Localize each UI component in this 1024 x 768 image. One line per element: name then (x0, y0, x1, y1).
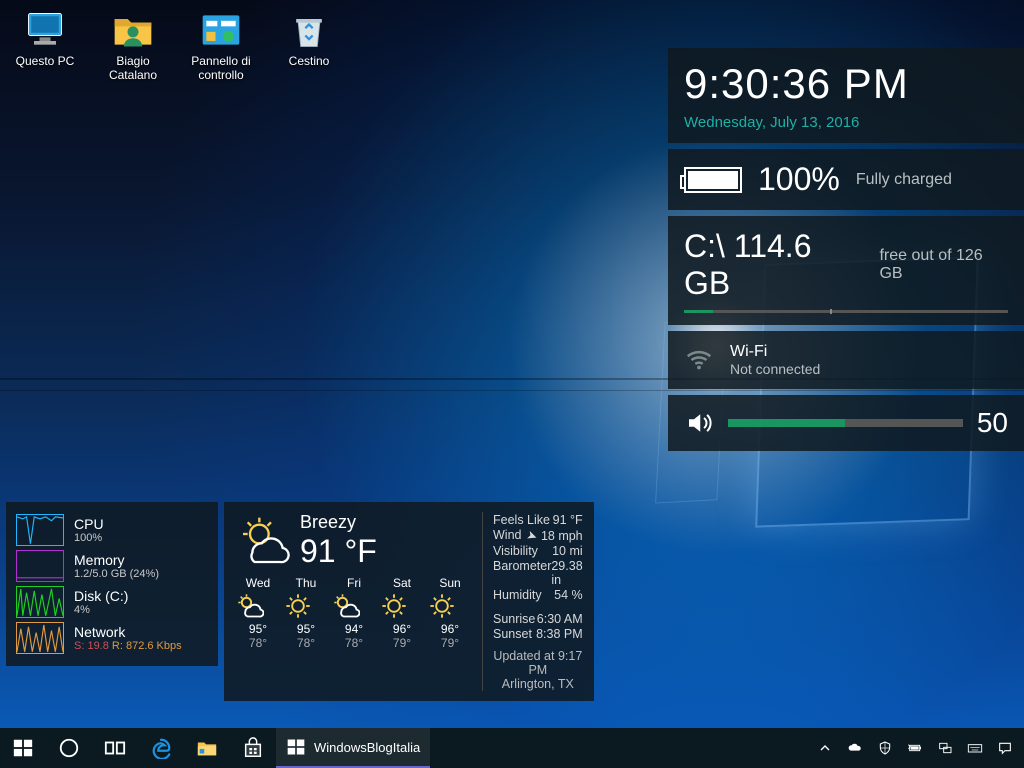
tray-chevron-up-icon[interactable] (810, 740, 840, 756)
disk-label: Disk (C:) (74, 588, 128, 604)
network-send: S: 19.8 (74, 640, 109, 652)
desktop-icon-pc[interactable]: Questo PC (8, 8, 82, 82)
forecast-low: 78° (284, 636, 328, 650)
volume-value: 50 (977, 407, 1008, 439)
weather-temp: 91 °F (300, 533, 377, 570)
disk-bar (684, 310, 1008, 313)
weather-icon (236, 513, 292, 569)
user-folder-icon (111, 8, 155, 52)
forecast-low: 79° (428, 636, 472, 650)
start-button[interactable] (0, 728, 46, 768)
forecast-low: 79° (380, 636, 424, 650)
memory-value: 1.2/5.0 GB (24%) (74, 568, 159, 580)
desktop-icon-recycle-bin[interactable]: Cestino (272, 8, 346, 82)
edge-button[interactable] (138, 728, 184, 768)
forecast-day[interactable]: Thu 95°78° (284, 576, 328, 650)
wifi-state: Not connected (730, 361, 820, 377)
desktop-icon-label: Cestino (289, 54, 330, 68)
forecast-day[interactable]: Fri 94°78° (332, 576, 376, 650)
tray-action-center-icon[interactable] (990, 740, 1020, 756)
network-recv: R: 872.6 Kbps (112, 640, 182, 652)
forecast-day-name: Thu (284, 576, 328, 590)
network-label: Network (74, 624, 182, 640)
desktop-icon-control-panel[interactable]: Pannello di controllo (184, 8, 258, 82)
forecast-low: 78° (332, 636, 376, 650)
pc-icon (23, 8, 67, 52)
forecast-high: 96° (428, 622, 472, 636)
wifi-name: Wi-Fi (730, 343, 820, 361)
cpu-graph (16, 514, 64, 546)
tray-battery-icon[interactable] (900, 740, 930, 756)
tray-onedrive-icon[interactable] (840, 740, 870, 756)
wifi-icon (684, 345, 714, 375)
weather-condition: Breezy (300, 512, 377, 533)
weather-widget[interactable]: Breezy 91 °F Wed95°78°Thu95°78°Fri94°78°… (224, 502, 594, 701)
battery-widget[interactable]: 100% Fully charged (668, 149, 1024, 210)
clock-widget[interactable]: 9:30:36 PM Wednesday, July 13, 2016 (668, 48, 1024, 143)
cortana-button[interactable] (46, 728, 92, 768)
forecast-high: 95° (284, 622, 328, 636)
desktop-icon-label: Questo PC (16, 54, 75, 68)
control-panel-icon (199, 8, 243, 52)
forecast-row: Wed95°78°Thu95°78°Fri94°78°Sat96°79°Sun9… (236, 576, 472, 650)
forecast-day[interactable]: Wed 95°78° (236, 576, 280, 650)
tray-defender-icon[interactable] (870, 740, 900, 756)
battery-percent: 100% (758, 161, 840, 198)
taskbar-app-windowsblogitalia[interactable]: WindowsBlogItalia (276, 728, 430, 768)
weather-details: Feels Like91 °F Wind➤ 18 mph Visibility1… (482, 512, 583, 691)
disk-widget[interactable]: C:\ 114.6 GB free out of 126 GB (668, 216, 1024, 325)
store-button[interactable] (230, 728, 276, 768)
volume-widget[interactable]: 50 (668, 395, 1024, 451)
battery-icon (684, 167, 742, 193)
desktop-icon-label: Pannello di controllo (184, 54, 258, 82)
tray-network-icon[interactable] (930, 740, 960, 756)
network-graph (16, 622, 64, 654)
clock-time: 9:30:36 PM (684, 60, 1008, 108)
system-monitor-widget[interactable]: CPU100% Memory1.2/5.0 GB (24%) Disk (C:)… (6, 502, 218, 666)
cpu-value: 100% (74, 532, 104, 544)
desktop-icons: Questo PC Biagio Catalano Pannello di co… (8, 8, 346, 82)
sidebar-widgets: 9:30:36 PM Wednesday, July 13, 2016 100%… (668, 48, 1024, 451)
weather-updated: Updated at 9:17 PM (493, 649, 583, 677)
memory-label: Memory (74, 552, 159, 568)
disk-graph (16, 586, 64, 618)
disk-value: 4% (74, 604, 128, 616)
wifi-widget[interactable]: Wi-Fi Not connected (668, 331, 1024, 389)
forecast-low: 78° (236, 636, 280, 650)
disk-suffix: free out of 126 GB (879, 247, 1008, 283)
task-view-button[interactable] (92, 728, 138, 768)
volume-slider[interactable] (728, 419, 963, 427)
forecast-day-name: Wed (236, 576, 280, 590)
forecast-day[interactable]: Sat 96°79° (380, 576, 424, 650)
explorer-button[interactable] (184, 728, 230, 768)
speaker-icon (684, 408, 714, 438)
forecast-high: 96° (380, 622, 424, 636)
taskbar: WindowsBlogItalia (0, 728, 1024, 768)
clock-date: Wednesday, July 13, 2016 (684, 114, 1008, 131)
tray-keyboard-icon[interactable] (960, 740, 990, 756)
forecast-day-name: Sat (380, 576, 424, 590)
desktop-icon-label: Biagio Catalano (96, 54, 170, 82)
disk-drive: C:\ (684, 228, 725, 264)
recycle-bin-icon (287, 8, 331, 52)
taskbar-app-title: WindowsBlogItalia (314, 740, 420, 755)
memory-graph (16, 550, 64, 582)
forecast-day-name: Sun (428, 576, 472, 590)
forecast-day[interactable]: Sun 96°79° (428, 576, 472, 650)
forecast-day-name: Fri (332, 576, 376, 590)
forecast-high: 95° (236, 622, 280, 636)
battery-status: Fully charged (856, 171, 952, 189)
desktop-icon-user-folder[interactable]: Biagio Catalano (96, 8, 170, 82)
weather-location: Arlington, TX (493, 677, 583, 691)
cpu-label: CPU (74, 516, 104, 532)
forecast-high: 94° (332, 622, 376, 636)
